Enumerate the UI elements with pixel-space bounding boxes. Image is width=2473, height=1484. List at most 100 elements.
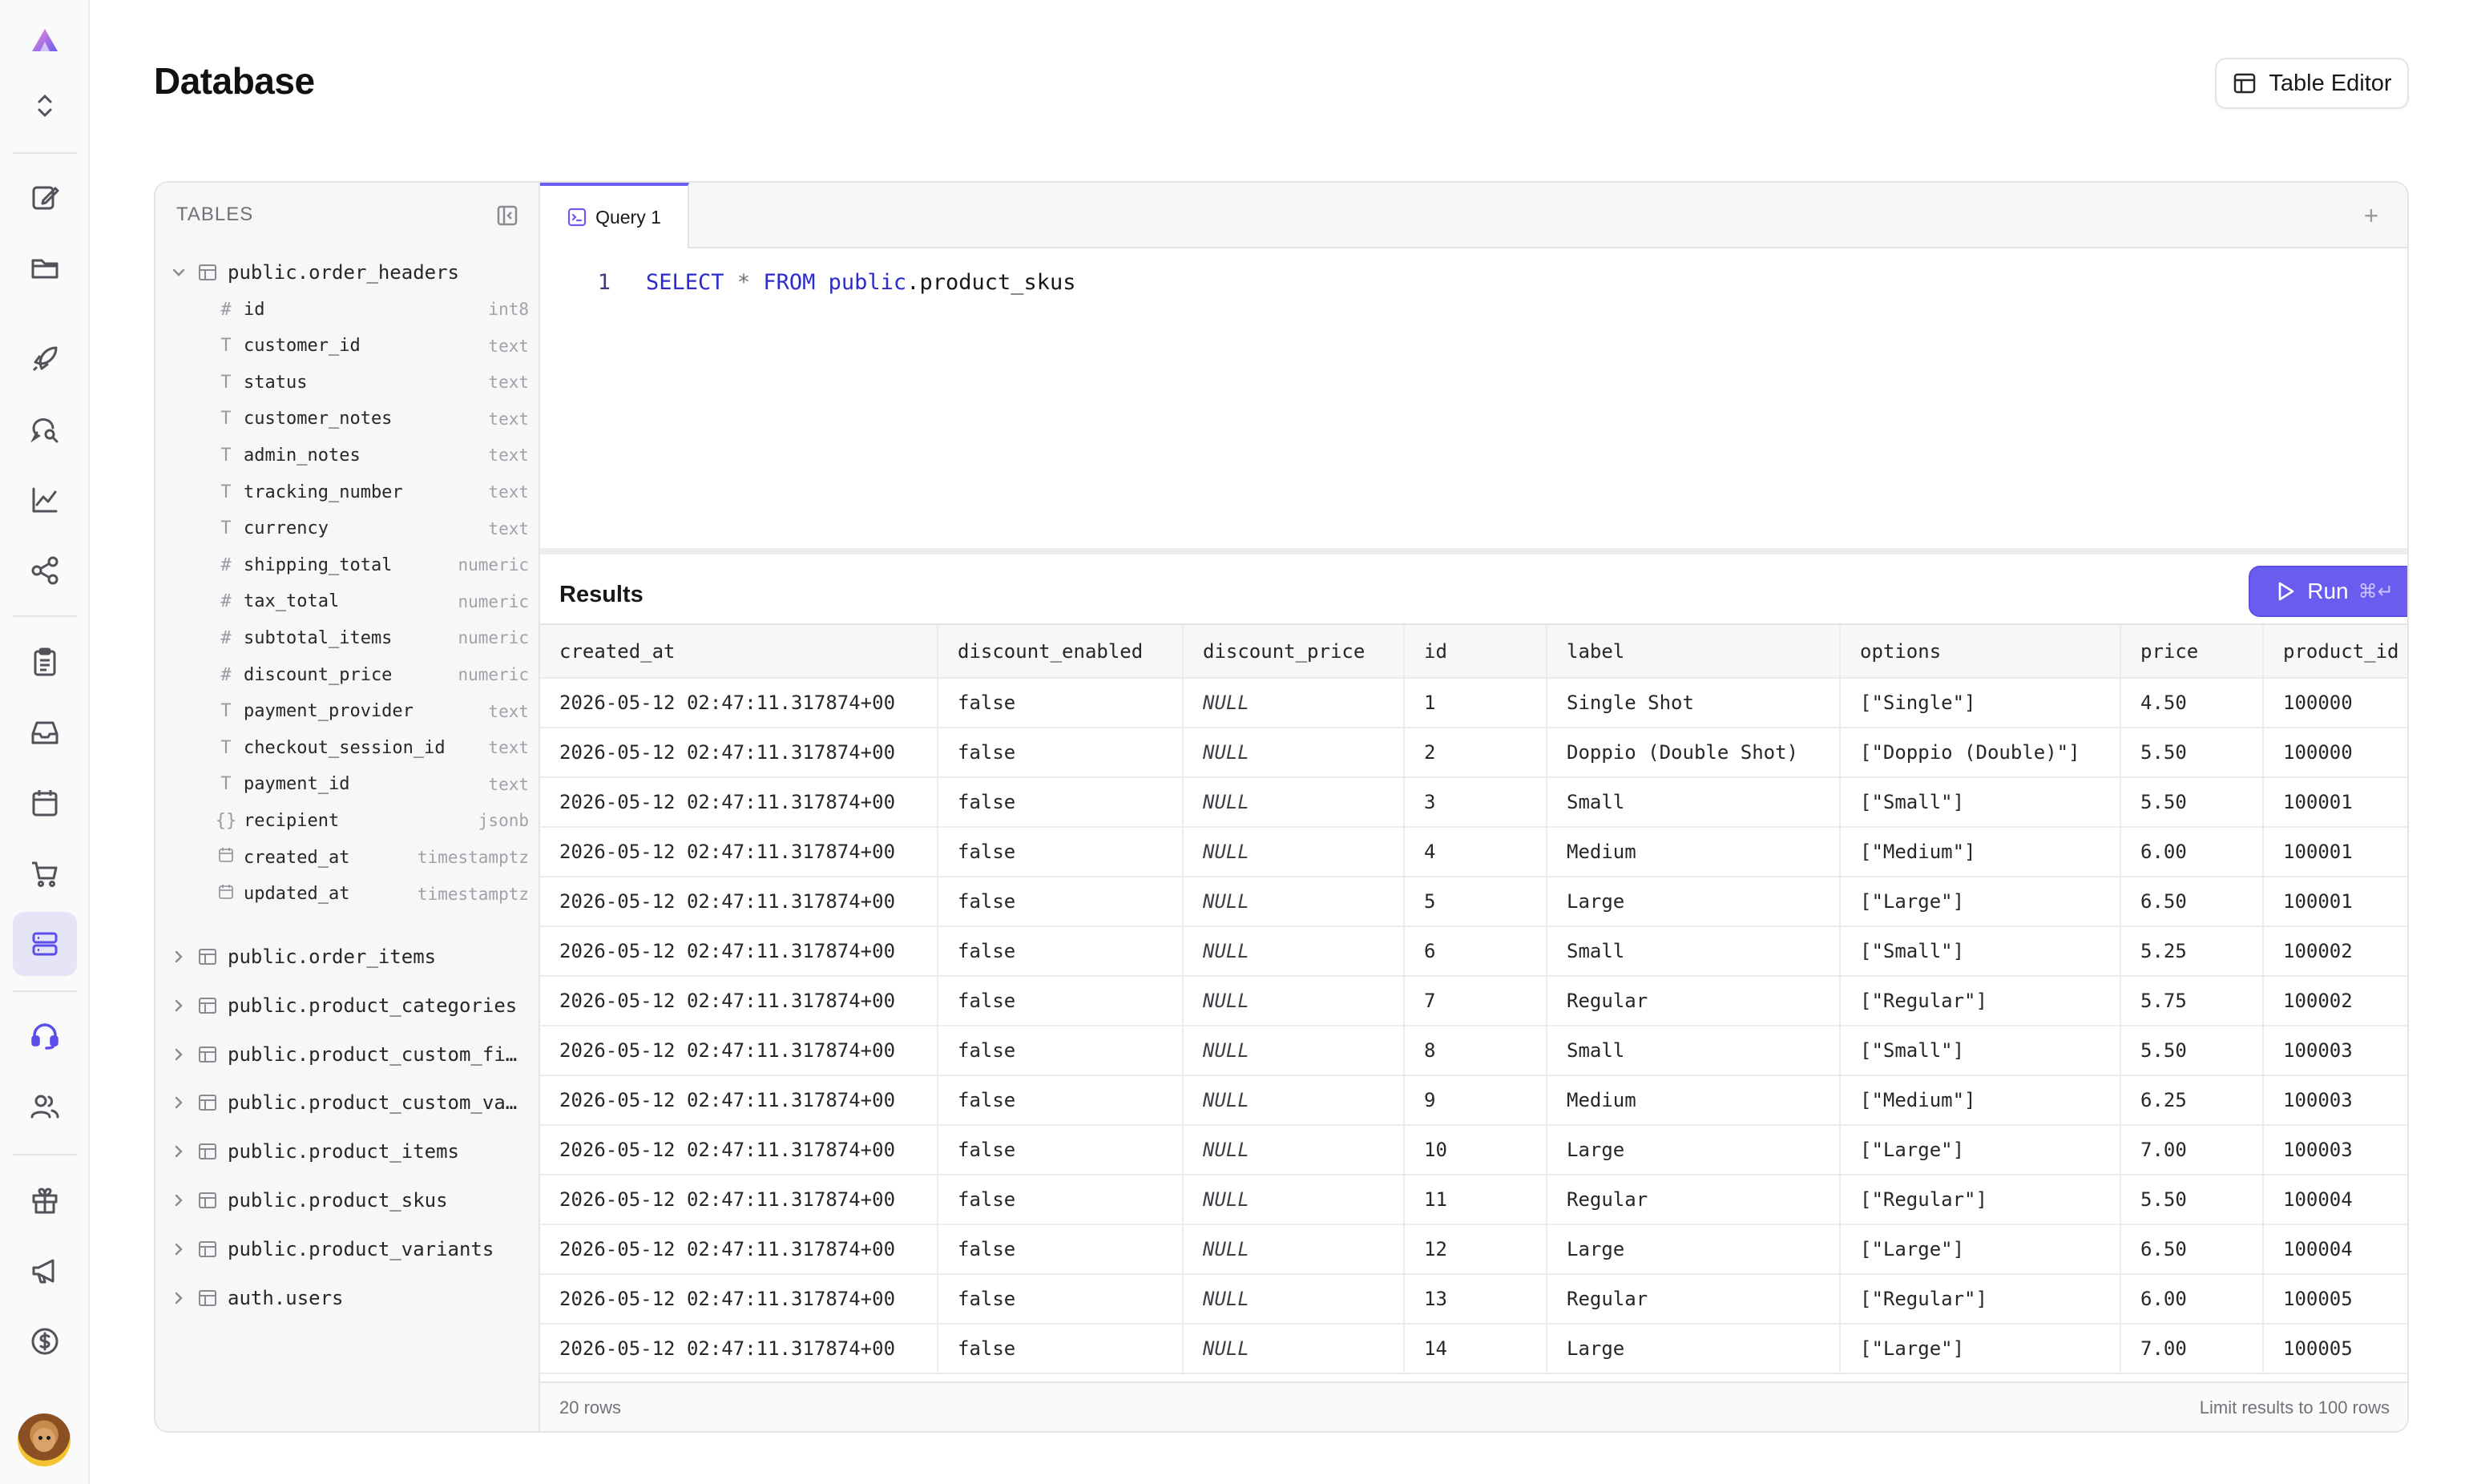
table-cell[interactable]: NULL [1183,777,1405,828]
table-cell[interactable]: false [938,777,1184,828]
column-item[interactable]: # shipping_total numeric [212,549,529,581]
table-cell[interactable]: 2026-05-12 02:47:11.317874+00 [540,1075,938,1126]
table-cell[interactable]: 2026-05-12 02:47:11.317874+00 [540,976,938,1026]
table-cell[interactable]: 100002 [2263,976,2407,1026]
column-item[interactable]: Tstatus text [212,366,529,398]
column-header[interactable]: product_id [2263,625,2407,679]
column-header[interactable]: created_at [540,625,938,679]
table-cell[interactable]: 5.50 [2120,1175,2264,1225]
table-cell[interactable]: 5.50 [2120,1026,2264,1076]
column-item[interactable]: # tax_total numeric [212,586,529,618]
table-cell[interactable]: 8 [1404,1026,1547,1076]
chart-icon[interactable] [13,468,77,532]
table-cell[interactable]: Medium [1547,1075,1841,1126]
table-cell[interactable]: false [938,926,1184,977]
table-cell[interactable]: false [938,678,1184,728]
table-cell[interactable]: 13 [1404,1274,1547,1325]
table-cell[interactable]: ["Large"] [1840,1224,2121,1275]
table-cell[interactable]: 100003 [2263,1075,2407,1126]
search-chat-icon[interactable] [13,397,77,462]
column-item[interactable]: {} recipient jsonb [212,805,529,837]
table-cell[interactable]: 5.50 [2120,777,2264,828]
table-cell[interactable]: 2026-05-12 02:47:11.317874+00 [540,1125,938,1176]
table-row[interactable]: 2026-05-12 02:47:11.317874+00 false NULL 1 S… [540,678,2407,728]
column-item[interactable]: Tpayment_id text [212,768,529,800]
table-cell[interactable]: NULL [1183,1125,1405,1176]
table-row[interactable]: 2026-05-12 02:47:11.317874+00 false NULL 2 D… [540,728,2407,778]
cart-icon[interactable] [13,841,77,905]
table-cell[interactable]: ["Small"] [1840,926,2121,977]
clipboard-icon[interactable] [13,630,77,694]
table-cell[interactable]: NULL [1183,678,1405,728]
table-cell[interactable]: 14 [1404,1324,1547,1374]
table-cell[interactable]: 12 [1404,1224,1547,1275]
column-item[interactable]: Ttracking_number text [212,476,529,508]
table-cell[interactable]: NULL [1183,1175,1405,1225]
table-cell[interactable]: 100002 [2263,926,2407,977]
table-cell[interactable]: false [938,976,1184,1026]
table-cell[interactable]: 100005 [2263,1274,2407,1325]
table-cell[interactable]: false [938,827,1184,877]
tree-table-item[interactable]: public.product_custom_fi… [170,1037,531,1072]
table-cell[interactable]: 4 [1404,827,1547,877]
column-item[interactable]: created_at timestamptz [212,841,529,873]
tree-table-item[interactable]: public.product_variants [170,1232,531,1267]
table-cell[interactable]: ["Large"] [1840,877,2121,927]
table-cell[interactable]: 100004 [2263,1175,2407,1225]
column-header[interactable]: discount_enabled [938,625,1184,679]
table-cell[interactable]: Large [1547,1224,1841,1275]
table-row[interactable]: 2026-05-12 02:47:11.317874+00 false NULL 6 S… [540,926,2407,977]
database-icon[interactable] [13,912,77,976]
users-icon[interactable] [13,1074,77,1138]
table-cell[interactable]: false [938,1075,1184,1126]
table-row[interactable]: 2026-05-12 02:47:11.317874+00 false NULL 5 L… [540,877,2407,927]
table-cell[interactable]: 11 [1404,1175,1547,1225]
tree-table-item[interactable]: auth.users [170,1280,531,1316]
table-cell[interactable]: 2026-05-12 02:47:11.317874+00 [540,827,938,877]
table-cell[interactable]: ["Regular"] [1840,976,2121,1026]
table-cell[interactable]: false [938,1026,1184,1076]
tree-table-item[interactable]: public.product_items [170,1134,531,1169]
table-cell[interactable]: 5 [1404,877,1547,927]
table-cell[interactable]: 2026-05-12 02:47:11.317874+00 [540,1175,938,1225]
column-header[interactable]: options [1840,625,2121,679]
table-cell[interactable]: 6.00 [2120,1274,2264,1325]
megaphone-icon[interactable] [13,1239,77,1303]
table-cell[interactable]: NULL [1183,926,1405,977]
table-cell[interactable]: 7 [1404,976,1547,1026]
column-item[interactable]: Tcustomer_id text [212,330,529,362]
collapse-sidebar-icon[interactable] [495,204,519,228]
table-row[interactable]: 2026-05-12 02:47:11.317874+00 false NULL 12… [540,1224,2407,1275]
table-cell[interactable]: ["Doppio (Double)"] [1840,728,2121,778]
add-tab-icon[interactable]: + [2358,202,2385,229]
dollar-icon[interactable] [13,1309,77,1373]
rocket-icon[interactable] [13,327,77,391]
table-cell[interactable]: 6 [1404,926,1547,977]
table-cell[interactable]: 100000 [2263,678,2407,728]
table-row[interactable]: 2026-05-12 02:47:11.317874+00 false NULL 8 S… [540,1026,2407,1076]
table-cell[interactable]: Single Shot [1547,678,1841,728]
table-cell[interactable]: 100003 [2263,1125,2407,1176]
limit-label[interactable]: Limit results to 100 rows [2200,1397,2390,1418]
table-cell[interactable]: 1 [1404,678,1547,728]
tree-table-item[interactable]: public.product_skus [170,1183,531,1218]
table-editor-button[interactable]: Table Editor [2215,58,2409,109]
table-cell[interactable]: 2026-05-12 02:47:11.317874+00 [540,1026,938,1076]
column-item[interactable]: Tadmin_notes text [212,439,529,471]
table-row[interactable]: 2026-05-12 02:47:11.317874+00 false NULL 9 M… [540,1075,2407,1126]
table-cell[interactable]: 6.50 [2120,877,2264,927]
table-cell[interactable]: NULL [1183,1324,1405,1374]
table-cell[interactable]: NULL [1183,827,1405,877]
table-cell[interactable]: 5.25 [2120,926,2264,977]
column-item[interactable]: Tcustomer_notes text [212,403,529,435]
table-cell[interactable]: NULL [1183,976,1405,1026]
logo-icon[interactable] [13,10,77,74]
table-cell[interactable]: false [938,728,1184,778]
chevron-up-down-icon[interactable] [13,74,77,138]
table-cell[interactable]: Large [1547,877,1841,927]
table-row[interactable]: 2026-05-12 02:47:11.317874+00 false NULL 13… [540,1274,2407,1325]
table-cell[interactable]: Medium [1547,827,1841,877]
column-header[interactable]: label [1547,625,1841,679]
table-cell[interactable]: false [938,1175,1184,1225]
column-item[interactable]: Tcurrency text [212,513,529,545]
